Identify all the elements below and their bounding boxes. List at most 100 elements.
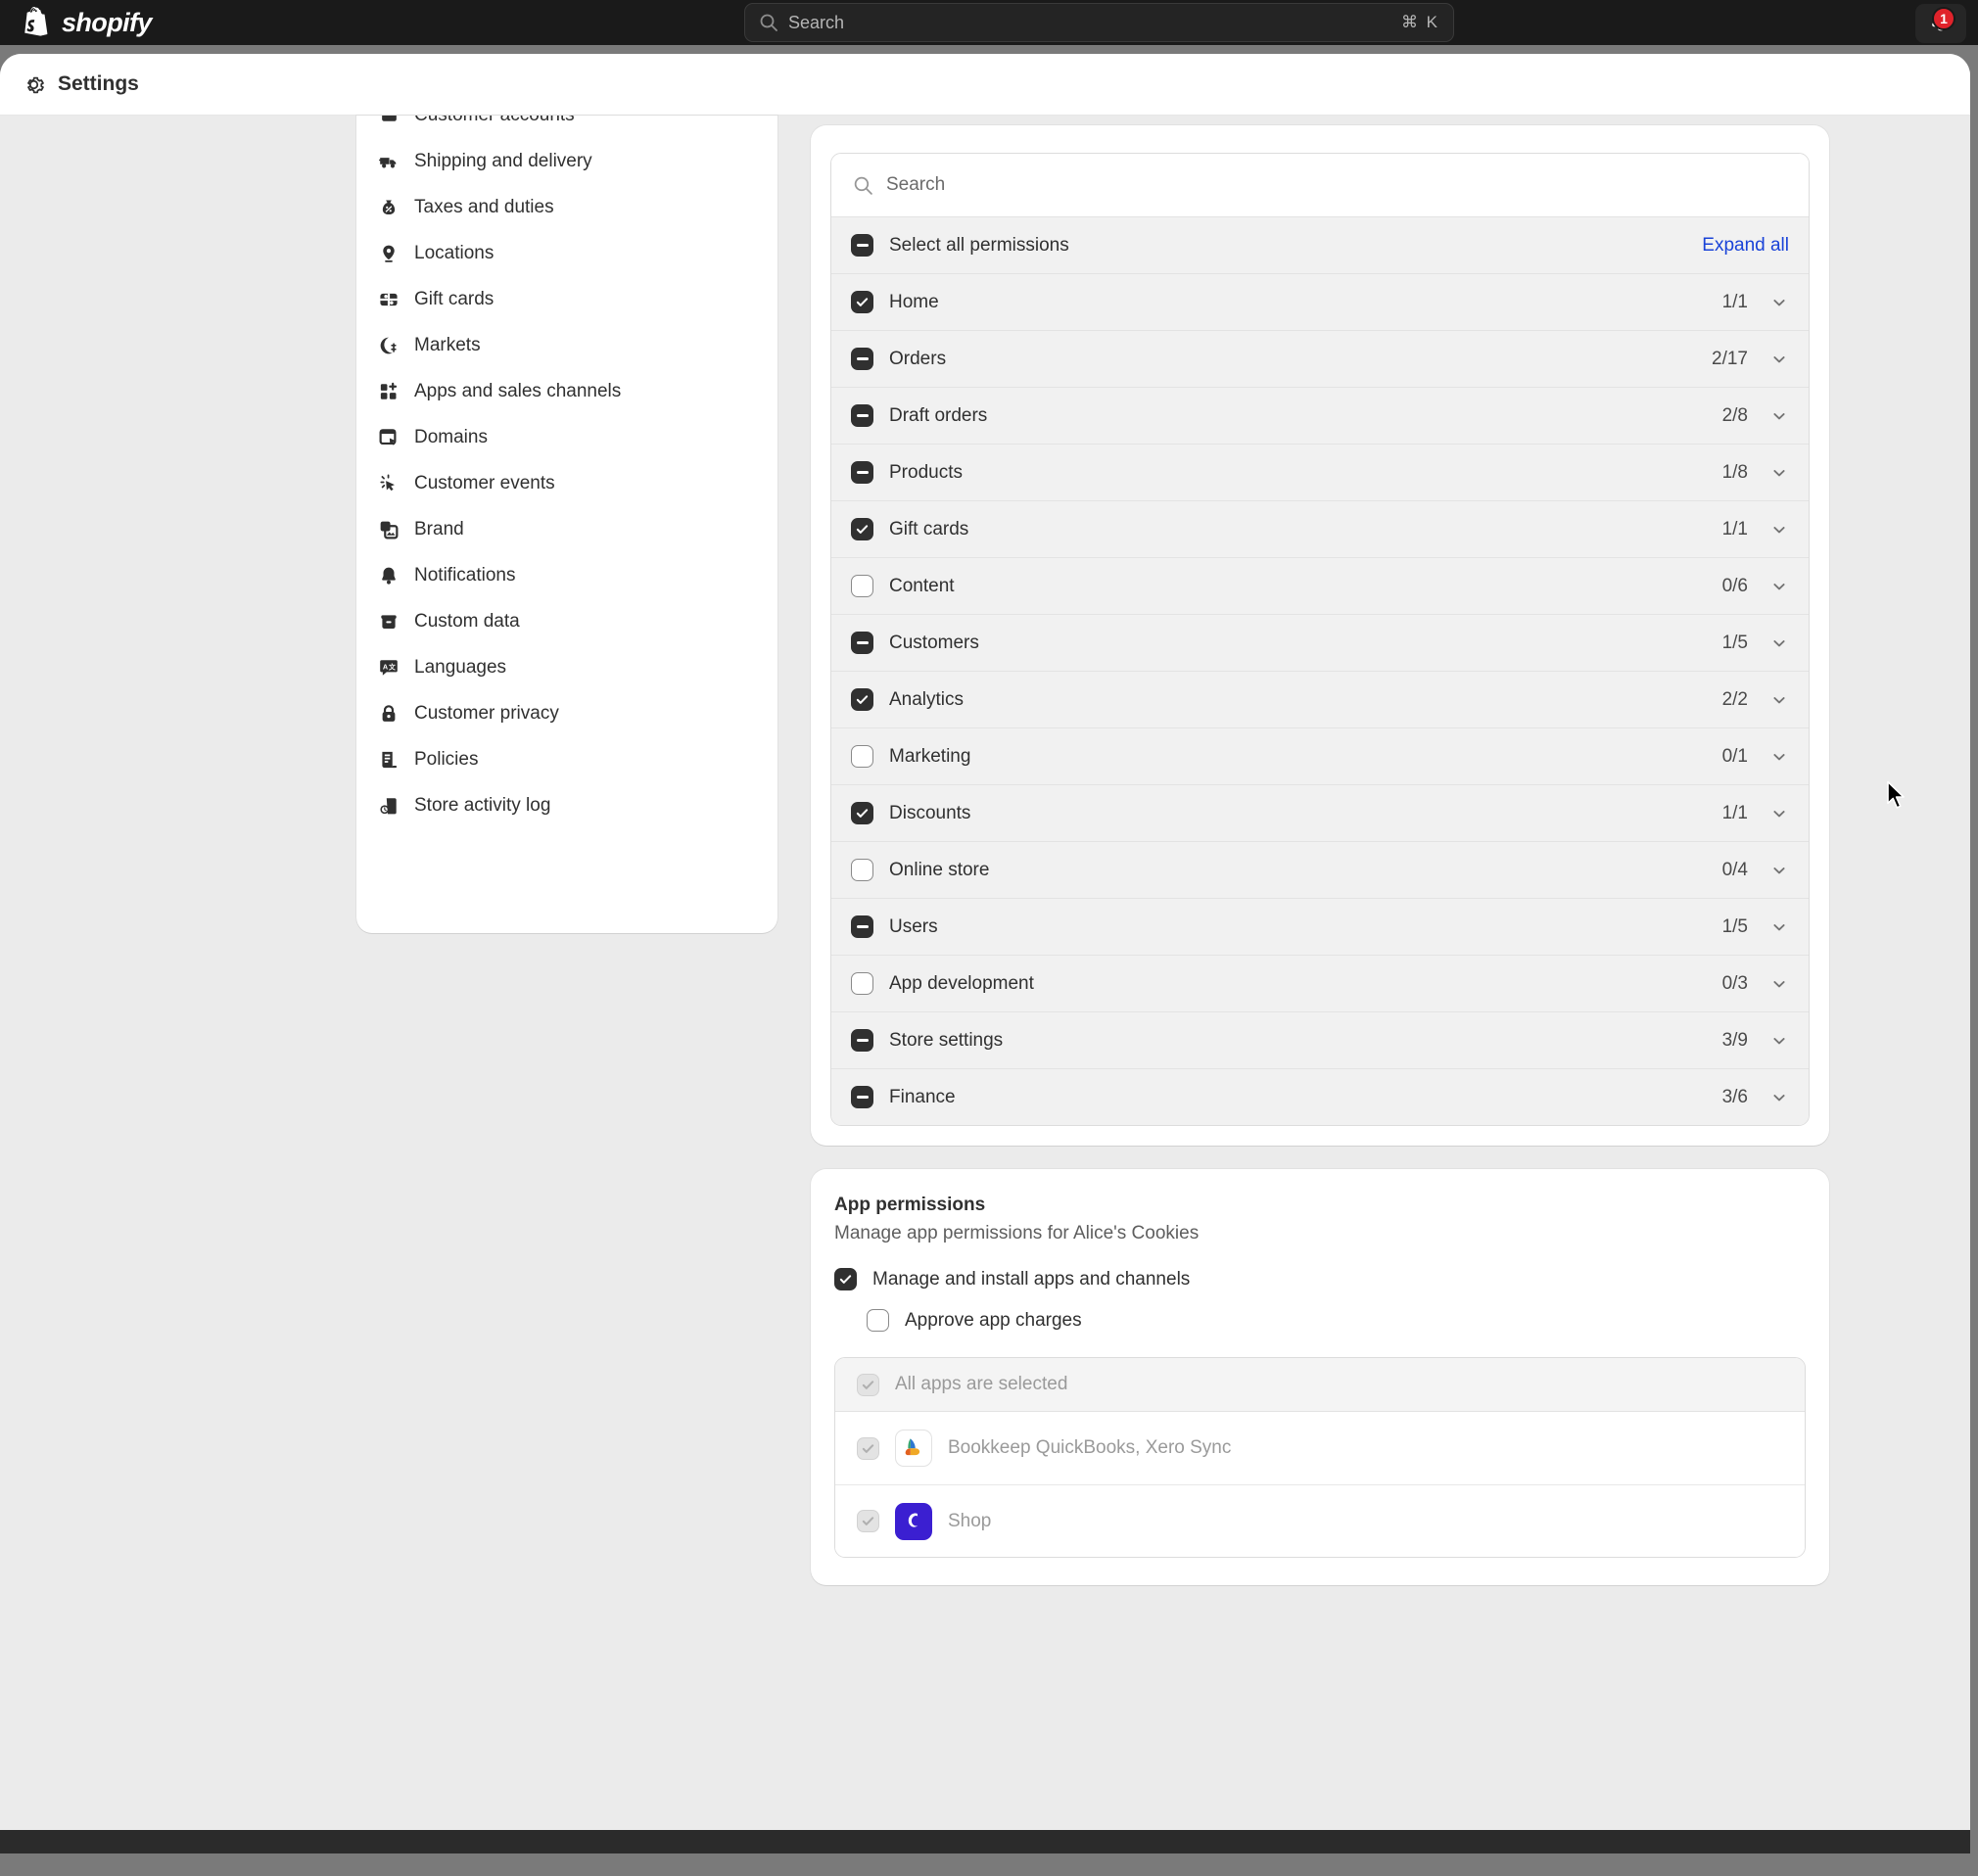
app-permissions-card: App permissions Manage app permissions f…: [811, 1169, 1829, 1585]
page-title: Settings: [58, 72, 139, 95]
search-shortcut-hint: ⌘ K: [1400, 13, 1439, 31]
select-all-permissions-checkbox[interactable]: [851, 234, 873, 257]
bell-icon: [378, 565, 400, 586]
sidebar-item-customer-accounts[interactable]: Customer accounts: [366, 116, 768, 138]
chevron-down-icon[interactable]: [1769, 690, 1789, 710]
approve-app-charges-row[interactable]: Approve app charges: [867, 1309, 1806, 1332]
permission-row-online-store[interactable]: Online store 0/4: [831, 841, 1809, 898]
permission-checkbox-users[interactable]: [851, 915, 873, 938]
chevron-down-icon[interactable]: [1769, 917, 1789, 937]
manage-apps-checkbox[interactable]: [834, 1268, 857, 1290]
permission-checkbox-home[interactable]: [851, 291, 873, 313]
permission-label: Customers: [889, 632, 979, 653]
sidebar-item-label: Taxes and duties: [414, 196, 554, 217]
global-search-input[interactable]: Search ⌘ K: [744, 3, 1454, 42]
all-apps-selected-row: All apps are selected: [835, 1358, 1805, 1412]
permission-checkbox-finance[interactable]: [851, 1086, 873, 1108]
permission-row-users[interactable]: Users 1/5: [831, 898, 1809, 955]
notifications-button[interactable]: 1: [1915, 4, 1966, 43]
gift-card-icon: [378, 289, 400, 310]
permission-row-home[interactable]: Home 1/1: [831, 273, 1809, 330]
chevron-down-icon[interactable]: [1769, 293, 1789, 312]
chevron-down-icon[interactable]: [1769, 804, 1789, 823]
sidebar-item-gift-cards[interactable]: Gift cards: [366, 276, 768, 322]
settings-modal-header: Settings: [0, 54, 1970, 116]
chevron-down-icon[interactable]: [1769, 406, 1789, 426]
permissions-search-placeholder: Search: [886, 174, 946, 195]
svg-text:文: 文: [388, 662, 396, 671]
permission-checkbox-marketing[interactable]: [851, 745, 873, 768]
permission-row-discounts[interactable]: Discounts 1/1: [831, 784, 1809, 841]
location-pin-icon: [378, 243, 400, 264]
sidebar-item-apps-and-sales-channels[interactable]: Apps and sales channels: [366, 368, 768, 414]
sidebar-item-store-activity-log[interactable]: Store activity log: [366, 782, 768, 828]
app-checkbox: [857, 1436, 879, 1460]
permission-row-customers[interactable]: Customers 1/5: [831, 614, 1809, 671]
sidebar-item-custom-data[interactable]: Custom data: [366, 598, 768, 644]
permission-checkbox-app-development[interactable]: [851, 972, 873, 995]
select-all-permissions-row[interactable]: Select all permissions Expand all: [831, 216, 1809, 273]
chevron-down-icon[interactable]: [1769, 1031, 1789, 1051]
sidebar-item-shipping-and-delivery[interactable]: Shipping and delivery: [366, 138, 768, 184]
permissions-search-input[interactable]: Search: [831, 154, 1809, 216]
permission-row-app-development[interactable]: App development 0/3: [831, 955, 1809, 1011]
sidebar-item-taxes-and-duties[interactable]: Taxes and duties: [366, 184, 768, 230]
apps-list: All apps are selected Bookkeep QuickBook…: [834, 1357, 1806, 1558]
permission-label: Marketing: [889, 745, 971, 767]
permission-checkbox-content[interactable]: [851, 575, 873, 597]
chevron-down-icon[interactable]: [1769, 1088, 1789, 1107]
chevron-down-icon[interactable]: [1769, 861, 1789, 880]
permission-row-finance[interactable]: Finance 3/6: [831, 1068, 1809, 1125]
chevron-down-icon[interactable]: [1769, 350, 1789, 369]
permission-row-store-settings[interactable]: Store settings 3/9: [831, 1011, 1809, 1068]
permission-checkbox-discounts[interactable]: [851, 802, 873, 824]
permission-count: 1/1: [1721, 291, 1748, 312]
chevron-down-icon[interactable]: [1769, 520, 1789, 539]
sidebar-item-label: Customer accounts: [414, 116, 575, 126]
sidebar-item-locations[interactable]: Locations: [366, 230, 768, 276]
permission-checkbox-customers[interactable]: [851, 632, 873, 654]
truck-icon: [378, 151, 400, 172]
permission-row-draft-orders[interactable]: Draft orders 2/8: [831, 387, 1809, 444]
manage-apps-row[interactable]: Manage and install apps and channels: [834, 1268, 1806, 1290]
chevron-down-icon[interactable]: [1769, 577, 1789, 596]
sidebar-item-label: Domains: [414, 426, 488, 447]
permission-row-analytics[interactable]: Analytics 2/2: [831, 671, 1809, 727]
permission-row-marketing[interactable]: Marketing 0/1: [831, 727, 1809, 784]
sidebar-item-languages[interactable]: A 文 Languages: [366, 644, 768, 690]
chevron-down-icon[interactable]: [1769, 463, 1789, 483]
sidebar-item-policies[interactable]: Policies: [366, 736, 768, 782]
permission-checkbox-draft-orders[interactable]: [851, 404, 873, 427]
permission-count: 0/3: [1721, 972, 1748, 994]
approve-app-charges-checkbox[interactable]: [867, 1309, 889, 1332]
shopify-bag-icon: [24, 6, 48, 36]
shop-app-icon: [895, 1502, 932, 1540]
permission-row-orders[interactable]: Orders 2/17: [831, 330, 1809, 387]
permission-label: Users: [889, 915, 938, 937]
sidebar-item-brand[interactable]: Brand: [366, 506, 768, 552]
permission-row-products[interactable]: Products 1/8: [831, 444, 1809, 500]
permission-checkbox-orders[interactable]: [851, 348, 873, 370]
shopify-logo[interactable]: shopify: [22, 6, 152, 39]
permission-checkbox-online-store[interactable]: [851, 859, 873, 881]
permission-checkbox-analytics[interactable]: [851, 688, 873, 711]
expand-all-link[interactable]: Expand all: [1702, 235, 1789, 257]
notification-badge: 1: [1932, 6, 1955, 30]
sidebar-item-customer-events[interactable]: Customer events: [366, 460, 768, 506]
all-apps-checkbox: [857, 1373, 879, 1396]
sidebar-item-label: Languages: [414, 656, 507, 678]
settings-modal-body: Customer accounts Shipping and delivery: [0, 116, 1970, 1853]
sidebar-item-markets[interactable]: Markets: [366, 322, 768, 368]
sidebar-item-domains[interactable]: Domains: [366, 414, 768, 460]
sidebar-item-customer-privacy[interactable]: Customer privacy: [366, 690, 768, 736]
permission-checkbox-products[interactable]: [851, 461, 873, 484]
chevron-down-icon[interactable]: [1769, 747, 1789, 767]
chevron-down-icon[interactable]: [1769, 633, 1789, 653]
permission-checkbox-gift-cards[interactable]: [851, 518, 873, 540]
permission-row-content[interactable]: Content 0/6: [831, 557, 1809, 614]
permission-count: 1/8: [1721, 461, 1748, 483]
permission-row-gift-cards[interactable]: Gift cards 1/1: [831, 500, 1809, 557]
chevron-down-icon[interactable]: [1769, 974, 1789, 994]
permission-checkbox-store-settings[interactable]: [851, 1029, 873, 1052]
sidebar-item-notifications[interactable]: Notifications: [366, 552, 768, 598]
